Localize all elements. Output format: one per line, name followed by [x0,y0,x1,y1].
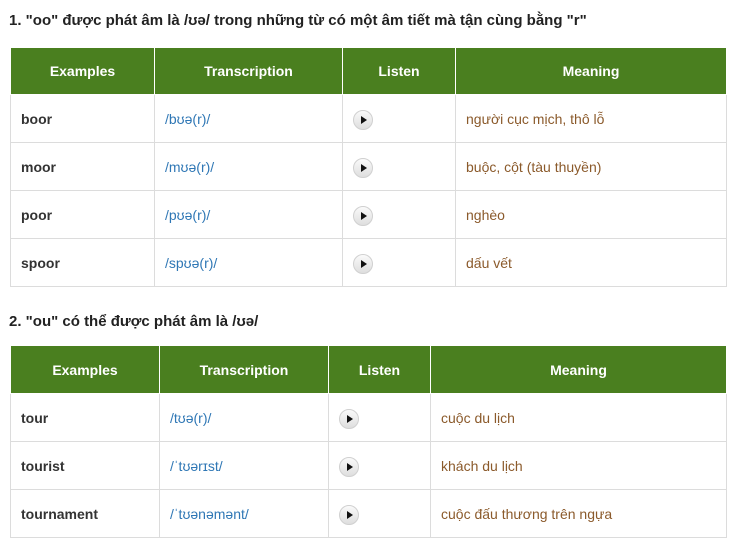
header-transcription: Transcription [159,345,329,394]
play-icon[interactable] [339,457,359,477]
play-icon[interactable] [353,254,373,274]
transcription: /pʊə(r)/ [154,190,343,239]
example-word: tournament [10,489,160,538]
play-icon[interactable] [353,158,373,178]
transcription: /ˈtʊənəmənt/ [159,489,329,538]
listen-cell [328,393,431,442]
table-header-row: Examples Transcription Listen Meaning [10,345,727,394]
header-transcription: Transcription [154,47,343,95]
transcription: /bʊə(r)/ [154,94,343,143]
table-row: poor /pʊə(r)/ nghèo [10,190,727,239]
meaning: dấu vết [455,238,727,287]
listen-cell [328,441,431,490]
example-word: boor [10,94,155,143]
meaning: buộc, cột (tàu thuyền) [455,142,727,191]
transcription: /tʊə(r)/ [159,393,329,442]
meaning: nghèo [455,190,727,239]
meaning: cuộc đấu thương trên ngựa [430,489,727,538]
section-heading-1: 1. "oo" được phát âm là /ʊə/ trong những… [9,12,587,29]
meaning: cuộc du lịch [430,393,727,442]
header-examples: Examples [10,47,155,95]
meaning: khách du lịch [430,441,727,490]
table-row: tour /tʊə(r)/ cuộc du lịch [10,393,727,442]
play-icon[interactable] [353,110,373,130]
listen-cell [342,190,456,239]
listen-cell [342,142,456,191]
play-icon[interactable] [353,206,373,226]
header-examples: Examples [10,345,160,394]
header-meaning: Meaning [455,47,727,95]
page: 1. "oo" được phát âm là /ʊə/ trong những… [0,0,740,557]
play-icon[interactable] [339,505,359,525]
example-word: poor [10,190,155,239]
table-header-row: Examples Transcription Listen Meaning [10,47,727,95]
table-row: spoor /spʊə(r)/ dấu vết [10,238,727,287]
table-row: moor /mʊə(r)/ buộc, cột (tàu thuyền) [10,142,727,191]
example-word: tour [10,393,160,442]
table-row: tournament /ˈtʊənəmənt/ cuộc đấu thương … [10,489,727,538]
header-listen: Listen [342,47,456,95]
meaning: người cục mịch, thô lỗ [455,94,727,143]
example-word: moor [10,142,155,191]
table-row: tourist /ˈtʊərɪst/ khách du lịch [10,441,727,490]
header-meaning: Meaning [430,345,727,394]
listen-cell [342,94,456,143]
listen-cell [342,238,456,287]
header-listen: Listen [328,345,431,394]
transcription: /mʊə(r)/ [154,142,343,191]
transcription: /ˈtʊərɪst/ [159,441,329,490]
example-word: spoor [10,238,155,287]
example-word: tourist [10,441,160,490]
table-row: boor /bʊə(r)/ người cục mịch, thô lỗ [10,94,727,143]
pronunciation-table-1: Examples Transcription Listen Meaning bo… [10,47,727,287]
section-heading-2: 2. "ou" có thể được phát âm là /ʊə/ [9,313,259,330]
transcription: /spʊə(r)/ [154,238,343,287]
pronunciation-table-2: Examples Transcription Listen Meaning to… [10,345,727,538]
listen-cell [328,489,431,538]
play-icon[interactable] [339,409,359,429]
